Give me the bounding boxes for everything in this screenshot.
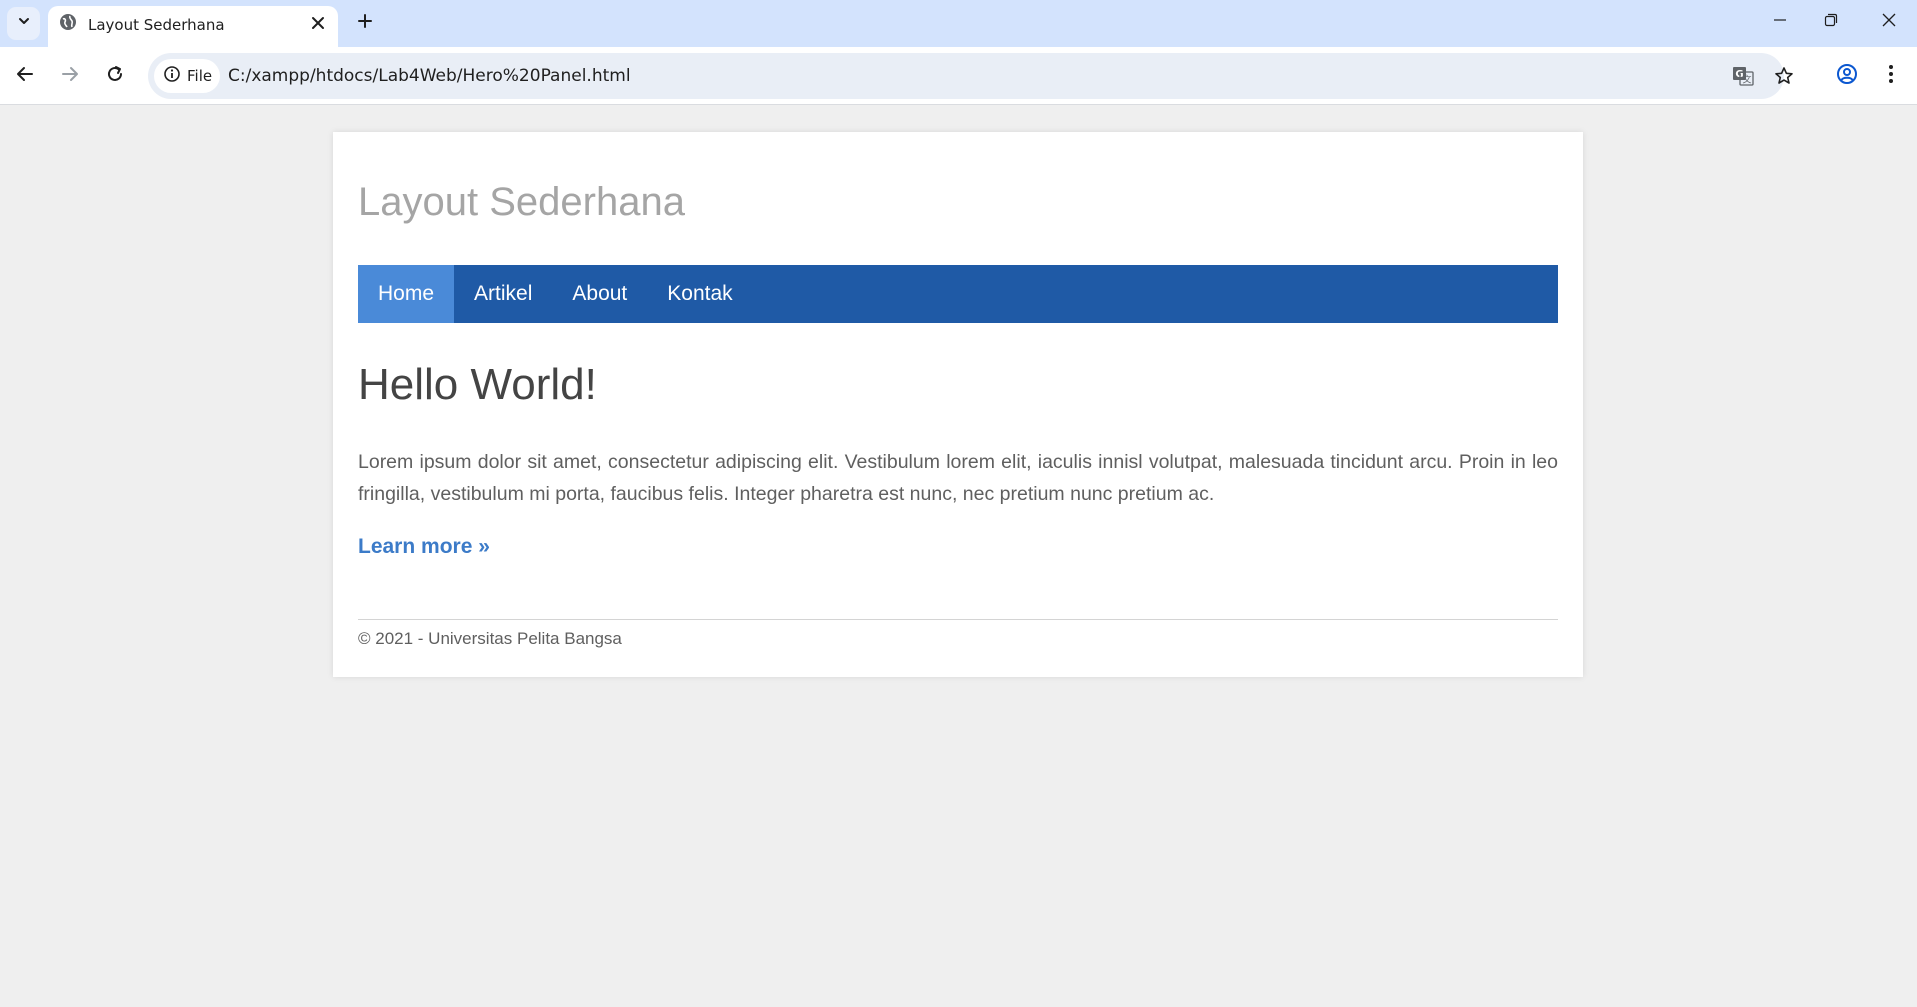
- globe-icon: [59, 13, 77, 31]
- kebab-menu-icon: [1888, 64, 1894, 89]
- chevron-down-icon: [17, 14, 31, 33]
- tab-search-button[interactable]: [7, 7, 40, 40]
- address-bar[interactable]: File C:/xampp/htdocs/Lab4Web/Hero%20Pane…: [148, 53, 1793, 99]
- footer-divider: [358, 619, 1558, 620]
- main-nav: Home Artikel About Kontak: [358, 265, 1558, 323]
- minimize-button[interactable]: [1752, 0, 1808, 44]
- tab-title: Layout Sederhana: [88, 16, 225, 34]
- reload-button[interactable]: [100, 61, 130, 91]
- page-container: Layout Sederhana Home Artikel About Kont…: [333, 132, 1583, 677]
- browser-tab[interactable]: Layout Sederhana: [48, 6, 338, 47]
- reload-icon: [106, 65, 124, 88]
- nav-link-artikel[interactable]: Artikel: [454, 265, 552, 323]
- star-icon[interactable]: [1772, 64, 1796, 88]
- browser-toolbar: File C:/xampp/htdocs/Lab4Web/Hero%20Pane…: [0, 47, 1917, 105]
- plus-icon: [357, 13, 373, 34]
- restore-button[interactable]: [1803, 0, 1859, 44]
- close-icon[interactable]: [309, 14, 327, 32]
- profile-button[interactable]: [1832, 61, 1862, 91]
- info-icon: [164, 65, 180, 87]
- page-viewport: Layout Sederhana Home Artikel About Kont…: [0, 106, 1917, 1007]
- translate-icon[interactable]: G文: [1731, 64, 1755, 88]
- hero-text: Lorem ipsum dolor sit amet, consectetur …: [358, 451, 1558, 505]
- site-title: Layout Sederhana: [358, 180, 685, 224]
- menu-button[interactable]: [1876, 61, 1906, 91]
- back-button[interactable]: [10, 61, 40, 91]
- site-info-chip[interactable]: File: [154, 59, 220, 93]
- forward-button[interactable]: [55, 61, 85, 91]
- arrow-left-icon: [16, 65, 34, 88]
- new-tab-button[interactable]: [351, 9, 379, 37]
- nav-link-about[interactable]: About: [552, 265, 647, 323]
- footer-text: © 2021 - Universitas Pelita Bangsa: [358, 629, 622, 648]
- nav-link-home[interactable]: Home: [358, 265, 455, 323]
- nav-link-kontak[interactable]: Kontak: [647, 265, 752, 323]
- url-text[interactable]: C:/xampp/htdocs/Lab4Web/Hero%20Panel.htm…: [228, 66, 631, 86]
- close-window-button[interactable]: [1861, 0, 1917, 44]
- minimize-icon: [1773, 13, 1787, 32]
- svg-text:文: 文: [1742, 74, 1751, 86]
- close-icon: [1882, 13, 1896, 32]
- arrow-right-icon: [61, 65, 79, 88]
- hero-heading: Hello World!: [358, 360, 597, 409]
- site-chip-label: File: [187, 67, 213, 85]
- learn-more-link[interactable]: Learn more »: [358, 535, 490, 559]
- profile-icon: [1836, 63, 1858, 90]
- tab-strip: Layout Sederhana: [0, 0, 1917, 47]
- restore-icon: [1824, 13, 1838, 32]
